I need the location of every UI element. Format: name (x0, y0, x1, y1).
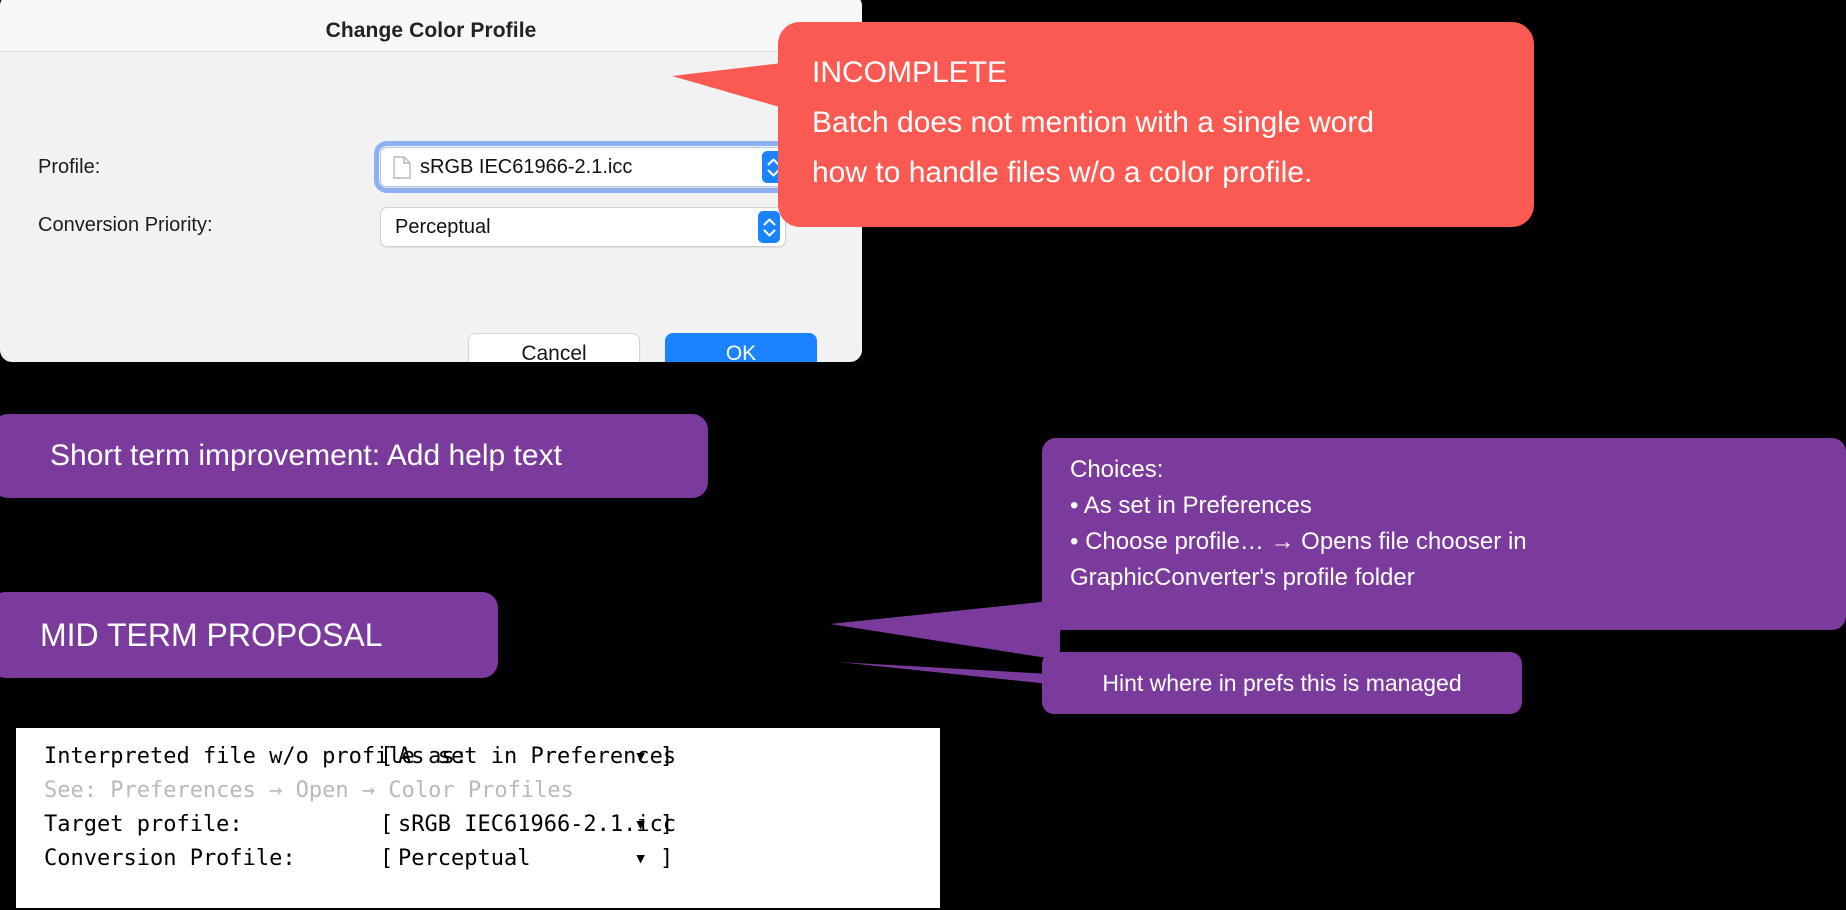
mockup-bracket-close: ] (660, 744, 674, 769)
document-icon (393, 155, 411, 179)
ok-button[interactable]: OK (665, 333, 817, 362)
incomplete-callout-line-3: how to handle files w/o a color profile. (812, 156, 1313, 189)
mockup-bracket-close: ] (660, 846, 674, 871)
profile-popup-value: sRGB IEC61966-2.1.icc (420, 155, 633, 178)
short-term-improvement-banner: Short term improvement: Add help text (0, 414, 708, 498)
mockup-bracket-open: [ (380, 812, 394, 837)
mid-term-proposal-banner: MID TERM PROPOSAL (0, 592, 498, 678)
incomplete-callout-line-1: INCOMPLETE (812, 56, 1008, 89)
hint-callout: Hint where in prefs this is managed (1042, 652, 1522, 714)
mockup-row-value[interactable]: As set in Preferences (398, 740, 676, 774)
mockup-row-label: Interpreted file w/o profile as: (44, 744, 468, 769)
profile-popup-button[interactable]: sRGB IEC61966-2.1.icc (374, 141, 796, 193)
mockup-bracket-open: [ (380, 846, 394, 871)
mockup-row-value[interactable]: sRGB IEC61966-2.1.icc (398, 808, 676, 842)
mid-term-proposal-label: MID TERM PROPOSAL (40, 616, 383, 653)
mockup-row-target-profile: Target profile: [ sRGB IEC61966-2.1.icc … (44, 808, 940, 842)
dialog-body: Profile: sRGB IEC61966-2.1.icc Conversio… (0, 52, 862, 362)
incomplete-callout-line-2: Batch does not mention with a single wor… (812, 106, 1374, 139)
mockup-row-conversion-profile: Conversion Profile: [ Perceptual ▾ ] (44, 842, 940, 876)
mockup-row-value[interactable]: Perceptual (398, 842, 634, 876)
profile-label: Profile: (38, 156, 101, 178)
conversion-priority-label: Conversion Priority: (38, 214, 213, 236)
choices-callout-line-2: • As set in Preferences (1070, 492, 1312, 519)
hint-callout-tail (838, 662, 1050, 684)
cancel-button[interactable]: Cancel (468, 333, 640, 362)
choices-callout-line-3: • Choose profile… → Opens file chooser i… (1070, 528, 1527, 555)
incomplete-callout: INCOMPLETE Batch does not mention with a… (778, 22, 1534, 227)
short-term-improvement-label: Short term improvement: Add help text (50, 439, 562, 472)
mockup-bracket-close: ] (660, 812, 674, 837)
dialog-titlebar: Change Color Profile (0, 0, 862, 52)
choices-callout-line-4: GraphicConverter's profile folder (1070, 564, 1415, 591)
proposal-mockup-panel: Interpreted file w/o profile as: [ As se… (14, 726, 942, 910)
chevron-down-icon[interactable]: ▾ (634, 842, 660, 876)
change-color-profile-dialog: Change Color Profile Profile: sRGB IEC61… (0, 0, 862, 362)
chevron-down-icon[interactable]: ▾ (634, 808, 660, 842)
mockup-row-label: Target profile: (44, 812, 243, 837)
hint-callout-label: Hint where in prefs this is managed (1102, 669, 1462, 696)
choices-callout-tail (830, 600, 1060, 660)
mockup-prefs-hint: See: Preferences → Open → Color Profiles (44, 778, 574, 803)
dialog-title: Change Color Profile (325, 19, 537, 42)
mockup-row-label: Conversion Profile: (44, 846, 296, 871)
conversion-priority-popup-button[interactable]: Perceptual (380, 207, 786, 247)
conversion-priority-popup-value: Perceptual (395, 215, 491, 238)
mockup-row-interpreted: Interpreted file w/o profile as: [ As se… (44, 740, 940, 774)
chevron-down-icon[interactable]: ▾ (634, 740, 660, 774)
choices-callout: Choices: • As set in Preferences • Choos… (1042, 438, 1846, 630)
mockup-bracket-open: [ (380, 744, 394, 769)
choices-callout-line-1: Choices: (1070, 456, 1164, 483)
conversion-priority-stepper-icon[interactable] (758, 211, 780, 243)
